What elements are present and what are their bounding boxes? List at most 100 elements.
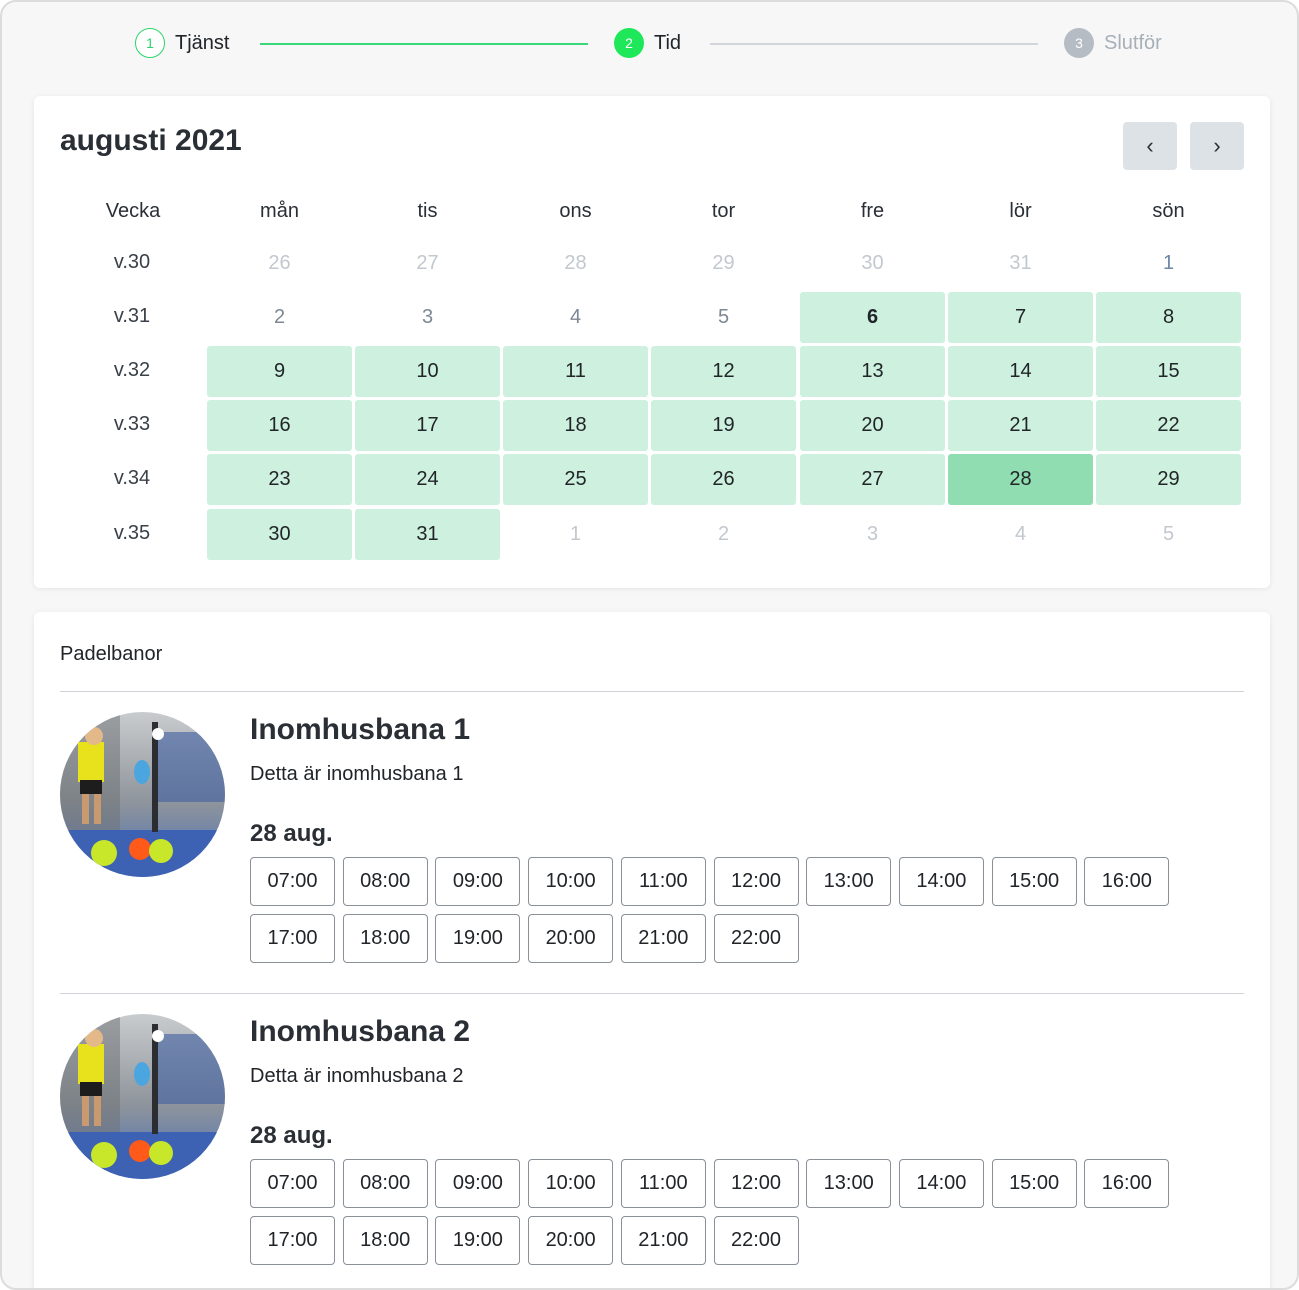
time-slot-button[interactable]: 17:00: [250, 1216, 335, 1265]
time-slot-button[interactable]: 18:00: [342, 1216, 428, 1265]
court-description: Detta är inomhusbana 1: [250, 763, 464, 785]
time-slot-button[interactable]: 10:00: [528, 857, 614, 906]
calendar-day[interactable]: 9: [207, 346, 352, 397]
time-slot-button[interactable]: 21:00: [620, 914, 706, 963]
time-slot-button[interactable]: 22:00: [713, 914, 799, 963]
court-date: 28 aug.: [250, 1122, 333, 1149]
calendar-day: 5: [1162, 523, 1175, 545]
time-slot-button[interactable]: 21:00: [620, 1216, 706, 1265]
weekday-header-tor: tor: [711, 200, 736, 222]
calendar-day[interactable]: 12: [651, 346, 796, 397]
weekday-header-mån: mån: [260, 200, 299, 222]
calendar-day[interactable]: 16: [207, 400, 352, 451]
booking-window: 1 Tjänst 2 Tid 3 Slutför augusti 2021 ‹ …: [0, 0, 1299, 1290]
court-name: Inomhusbana 2: [250, 1015, 471, 1048]
time-slot-button[interactable]: 16:00: [1084, 857, 1170, 906]
weekday-header-lör: lör: [1009, 200, 1032, 222]
calendar-day[interactable]: 31: [355, 509, 500, 560]
week-number: v.31: [113, 305, 151, 327]
time-slot-button[interactable]: 19:00: [435, 1216, 521, 1265]
week-number: v.32: [113, 359, 151, 381]
calendar-day-selected[interactable]: 28: [948, 454, 1093, 505]
calendar-day[interactable]: 13: [800, 346, 945, 397]
court-item: Inomhusbana 2 Detta är inomhusbana 2 28 au…: [34, 993, 1270, 1283]
time-slot-button[interactable]: 07:00: [250, 1159, 335, 1208]
calendar-day[interactable]: 8: [1096, 292, 1241, 343]
time-slot-button[interactable]: 20:00: [528, 914, 614, 963]
time-slot-button[interactable]: 13:00: [806, 857, 892, 906]
calendar-day: 4: [569, 306, 582, 328]
time-slot-button[interactable]: 10:00: [528, 1159, 614, 1208]
calendar-day[interactable]: 6: [800, 292, 945, 343]
calendar-day[interactable]: 7: [948, 292, 1093, 343]
time-slot-button[interactable]: 12:00: [713, 1159, 799, 1208]
time-slot-button[interactable]: 15:00: [991, 857, 1077, 906]
calendar-day[interactable]: 18: [503, 400, 648, 451]
calendar-day[interactable]: 11: [503, 346, 648, 397]
time-slot-button[interactable]: 15:00: [991, 1159, 1077, 1208]
time-slot-button[interactable]: 11:00: [620, 1159, 706, 1208]
weekday-header-sön: sön: [1152, 200, 1185, 222]
calendar-day: 2: [717, 523, 730, 545]
calendar-day[interactable]: 27: [800, 454, 945, 505]
step-time[interactable]: 2 Tid: [614, 27, 681, 59]
step-finish: 3 Slutför: [1064, 27, 1162, 59]
step-service[interactable]: 1 Tjänst: [135, 27, 229, 59]
calendar-day: 2: [273, 306, 286, 328]
calendar-day: 3: [866, 523, 879, 545]
time-slot-button[interactable]: 19:00: [435, 914, 521, 963]
calendar-day: 28: [564, 252, 587, 274]
calendar-day[interactable]: 22: [1096, 400, 1241, 451]
time-slot-button[interactable]: 17:00: [250, 914, 335, 963]
time-slot-button[interactable]: 08:00: [342, 857, 428, 906]
prev-month-button[interactable]: ‹: [1123, 122, 1177, 170]
calendar-day: 30: [861, 252, 884, 274]
step-number-3: 3: [1064, 28, 1094, 58]
step-label-service: Tjänst: [175, 31, 230, 54]
time-slot-button[interactable]: 11:00: [620, 857, 706, 906]
calendar-day[interactable]: 26: [651, 454, 796, 505]
calendar-day[interactable]: 25: [503, 454, 648, 505]
time-slot-button[interactable]: 08:00: [342, 1159, 428, 1208]
step-label-time: Tid: [654, 31, 682, 54]
calendar-day[interactable]: 21: [948, 400, 1093, 451]
calendar-day[interactable]: 17: [355, 400, 500, 451]
weekday-header-ons: ons: [559, 200, 592, 222]
court-photo: [60, 712, 225, 877]
time-slot-button[interactable]: 14:00: [898, 1159, 984, 1208]
time-slot-button[interactable]: 09:00: [435, 857, 521, 906]
time-slot-button[interactable]: 14:00: [898, 857, 984, 906]
step-number-2: 2: [614, 28, 644, 58]
courts-section-title: Padelbanor: [60, 643, 163, 665]
calendar-day[interactable]: 23: [207, 454, 352, 505]
calendar-day[interactable]: 29: [1096, 454, 1241, 505]
time-slot-button[interactable]: 09:00: [435, 1159, 521, 1208]
time-slot-button[interactable]: 12:00: [713, 857, 799, 906]
calendar-day[interactable]: 30: [207, 509, 352, 560]
calendar-day[interactable]: 19: [651, 400, 796, 451]
time-slot-button[interactable]: 13:00: [806, 1159, 892, 1208]
calendar-day[interactable]: 14: [948, 346, 1093, 397]
week-number: v.34: [113, 467, 151, 489]
calendar-day: 1: [569, 523, 582, 545]
time-slot-button[interactable]: 07:00: [250, 857, 335, 906]
calendar-day[interactable]: 24: [355, 454, 500, 505]
calendar-day: 29: [712, 252, 735, 274]
chevron-right-icon: ›: [1213, 133, 1221, 158]
time-slot-button[interactable]: 16:00: [1084, 1159, 1170, 1208]
step-connector-pending: [710, 43, 1038, 45]
calendar-day: 5: [717, 306, 730, 328]
calendar-day: 31: [1009, 252, 1032, 274]
next-month-button[interactable]: ›: [1190, 122, 1244, 170]
time-slot-button[interactable]: 20:00: [528, 1216, 614, 1265]
weekday-header-fre: fre: [860, 200, 885, 222]
step-number-1: 1: [135, 28, 165, 58]
time-slot-button[interactable]: 18:00: [342, 914, 428, 963]
calendar-day[interactable]: 20: [800, 400, 945, 451]
calendar-day[interactable]: 15: [1096, 346, 1241, 397]
calendar-day: 26: [268, 252, 291, 274]
step-connector-done: [260, 43, 588, 45]
calendar-day[interactable]: 10: [355, 346, 500, 397]
court-photo: [60, 1014, 225, 1179]
time-slot-button[interactable]: 22:00: [713, 1216, 799, 1265]
